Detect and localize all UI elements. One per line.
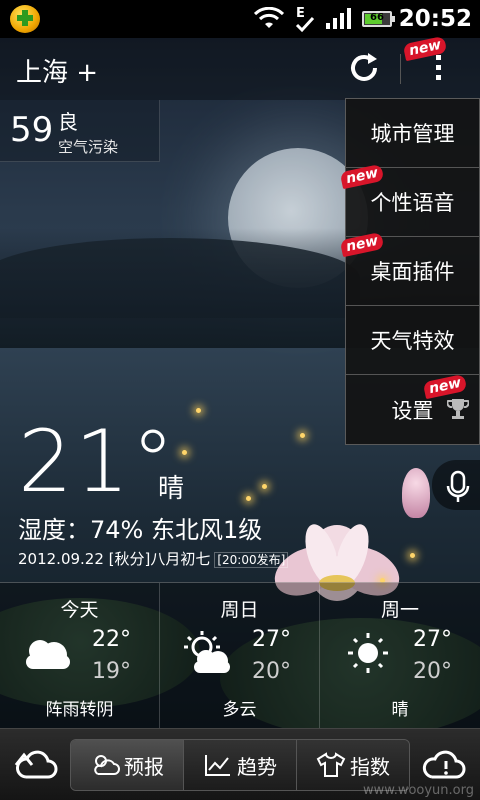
voice-button[interactable] [432,460,480,510]
aqi-level: 良 [58,110,78,134]
status-bar: E 66 20:52 [0,0,480,38]
signal-icon [326,8,351,29]
sunny-icon [348,633,388,673]
tab-label: 指数 [350,754,390,779]
battery-icon: 66 [362,11,395,27]
header-divider [400,54,401,84]
wifi-icon [254,7,284,28]
refresh-icon[interactable] [346,50,382,86]
tab-label: 趋势 [237,754,277,779]
forecast-description: 多云 [222,700,257,720]
publish-time: [20:00发布] [214,552,289,568]
svg-text:E: E [296,6,305,21]
forecast-high: 27° [413,627,452,652]
overflow-menu: 城市管理 个性语音 桌面插件 天气特效 设置 [345,98,480,445]
forecast-day-name: 周一 [380,599,419,621]
forecast-day[interactable]: 今天 22° 19° 阵雨转阴 [0,583,160,729]
firefly [300,433,305,438]
battery-level: 66 [370,12,384,23]
tab-bar: 预报 趋势 指数 [70,739,410,791]
air-quality-panel[interactable]: 59 良 空气污染 [0,100,160,162]
share-weather-icon[interactable] [12,743,58,787]
current-temperature: 21° [18,412,177,512]
menu-item-label: 桌面插件 [370,260,455,284]
app-360-icon[interactable] [10,5,40,33]
menu-item-weather-effects[interactable]: 天气特效 [346,306,479,375]
forecast-description: 阵雨转阴 [45,700,114,720]
clock: 20:52 [398,6,472,32]
weather-forecast-icon [94,755,120,775]
forecast-strip: 今天 22° 19° 阵雨转阴 周日 27° 20° 多云 周一 27° 20°… [0,582,480,729]
cloudy-icon [26,640,70,669]
firefly [410,553,415,558]
aqi-label: 空气污染 [58,138,119,156]
forecast-day[interactable]: 周日 27° 20° 多云 [160,583,320,729]
weather-alert-icon[interactable] [422,743,468,787]
microphone-icon [446,470,470,502]
menu-item-label: 城市管理 [370,122,455,146]
tab-forecast[interactable]: 预报 [71,740,184,790]
forecast-high: 22° [92,627,131,652]
menu-item-label: 天气特效 [370,329,455,353]
forecast-description: 晴 [391,700,409,720]
city-selector[interactable]: 上海 + [16,52,98,89]
forecast-low: 20° [413,659,452,684]
status-icons: E 66 [254,4,395,34]
watermark: www.wooyun.org [362,783,474,798]
date-text: 2012.09.22 [秋分]八月初七 [18,550,211,568]
forecast-low: 19° [92,659,131,684]
firefly [262,484,267,489]
lotus-bud [402,468,430,518]
forecast-high: 27° [252,627,291,652]
bottom-toolbar: 预报 趋势 指数 www.wooyun.org [0,728,480,800]
forecast-day-name: 周日 [220,599,259,621]
forecast-low: 20° [252,659,291,684]
forecast-day[interactable]: 周一 27° 20° 晴 [320,583,480,729]
current-condition: 晴 [158,474,185,504]
trend-chart-icon [205,755,230,776]
tab-label: 预报 [124,754,164,779]
menu-item-city-management[interactable]: 城市管理 [346,99,479,168]
firefly [246,496,251,501]
edge-network-icon: E [295,6,315,33]
date-line: 2012.09.22 [秋分]八月初七 [20:00发布] [18,548,289,569]
partly-cloudy-icon [184,631,230,673]
firefly [196,408,201,413]
forecast-day-name: 今天 [60,599,99,621]
humidity-wind: 湿度：74% 东北风1级 [18,516,263,544]
firefly [182,450,187,455]
tab-trend[interactable]: 趋势 [184,740,297,790]
shirt-icon [316,752,346,777]
app-header: 上海 + new [0,35,480,100]
menu-item-label: 个性语音 [370,191,455,215]
aqi-value: 59 [10,110,54,150]
trophy-icon [447,399,469,419]
